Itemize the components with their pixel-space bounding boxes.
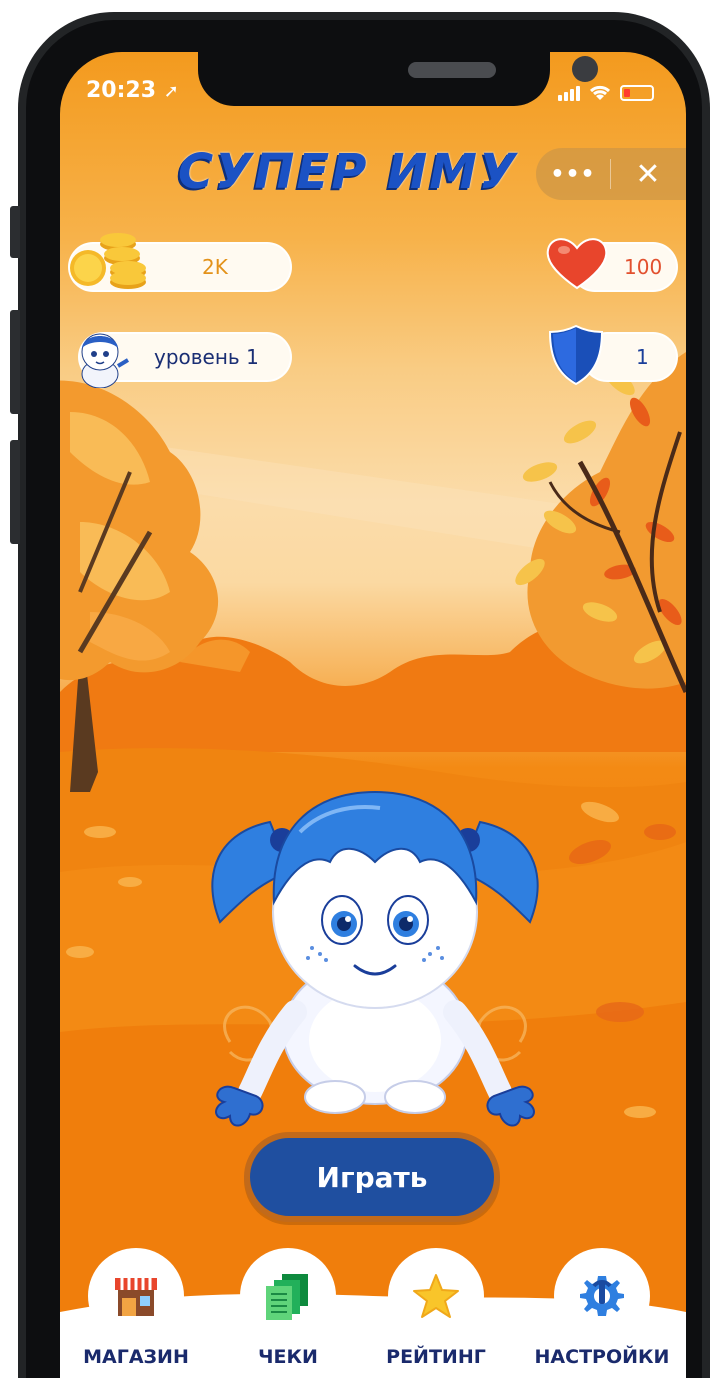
status-time-text: 20:23 <box>86 78 157 103</box>
tab-rating-label: РЕЙТИНГ <box>386 1346 486 1368</box>
miniapp-controls: ••• ✕ <box>536 148 686 200</box>
shop-icon <box>115 1278 157 1316</box>
tab-rating-circle <box>388 1248 484 1344</box>
close-button[interactable]: ✕ <box>611 157 685 192</box>
front-camera <box>572 56 598 82</box>
tab-receipts[interactable]: ЧЕКИ <box>238 1248 338 1368</box>
shield-icon <box>548 324 604 386</box>
volume-down-button <box>10 440 20 544</box>
tab-receipts-label: ЧЕКИ <box>258 1346 318 1368</box>
silent-switch <box>10 206 20 258</box>
play-button[interactable]: Играть <box>244 1132 500 1222</box>
level-value: уровень 1 <box>154 345 259 369</box>
app-screen: 20:23 ➚ СУПЕР ИМУ ••• ✕ 2K уровень 1 100… <box>60 52 686 1378</box>
status-time: 20:23 ➚ <box>86 78 179 103</box>
volume-up-button <box>10 310 20 414</box>
coins-value: 2K <box>202 255 228 279</box>
signal-icon <box>558 85 580 101</box>
tab-rating[interactable]: РЕЙТИНГ <box>386 1248 486 1368</box>
status-icons <box>558 84 654 102</box>
mascot-character[interactable] <box>190 752 560 1132</box>
receipts-icon <box>266 1274 308 1320</box>
avatar-icon <box>81 333 130 388</box>
tab-shop[interactable]: МАГАЗИН <box>83 1248 189 1368</box>
location-arrow-icon: ➚ <box>163 81 179 102</box>
star-icon <box>413 1274 459 1318</box>
speaker-grille <box>408 62 496 78</box>
health-value: 100 <box>624 255 663 279</box>
tab-receipts-circle <box>240 1248 336 1344</box>
tab-settings-circle <box>554 1248 650 1344</box>
tab-settings[interactable]: НАСТРОЙКИ <box>535 1248 669 1368</box>
tab-shop-circle <box>88 1248 184 1344</box>
device-notch <box>198 52 598 106</box>
coins-icon <box>70 233 146 289</box>
more-options-button[interactable]: ••• <box>536 162 610 187</box>
heart-icon <box>546 238 608 290</box>
battery-icon <box>620 85 654 101</box>
tab-shop-label: МАГАЗИН <box>83 1346 189 1368</box>
shield-value: 1 <box>636 345 649 369</box>
settings-icon <box>580 1276 624 1316</box>
wifi-icon <box>589 85 611 100</box>
app-title: СУПЕР ИМУ <box>178 144 519 200</box>
tab-settings-label: НАСТРОЙКИ <box>534 1346 670 1368</box>
